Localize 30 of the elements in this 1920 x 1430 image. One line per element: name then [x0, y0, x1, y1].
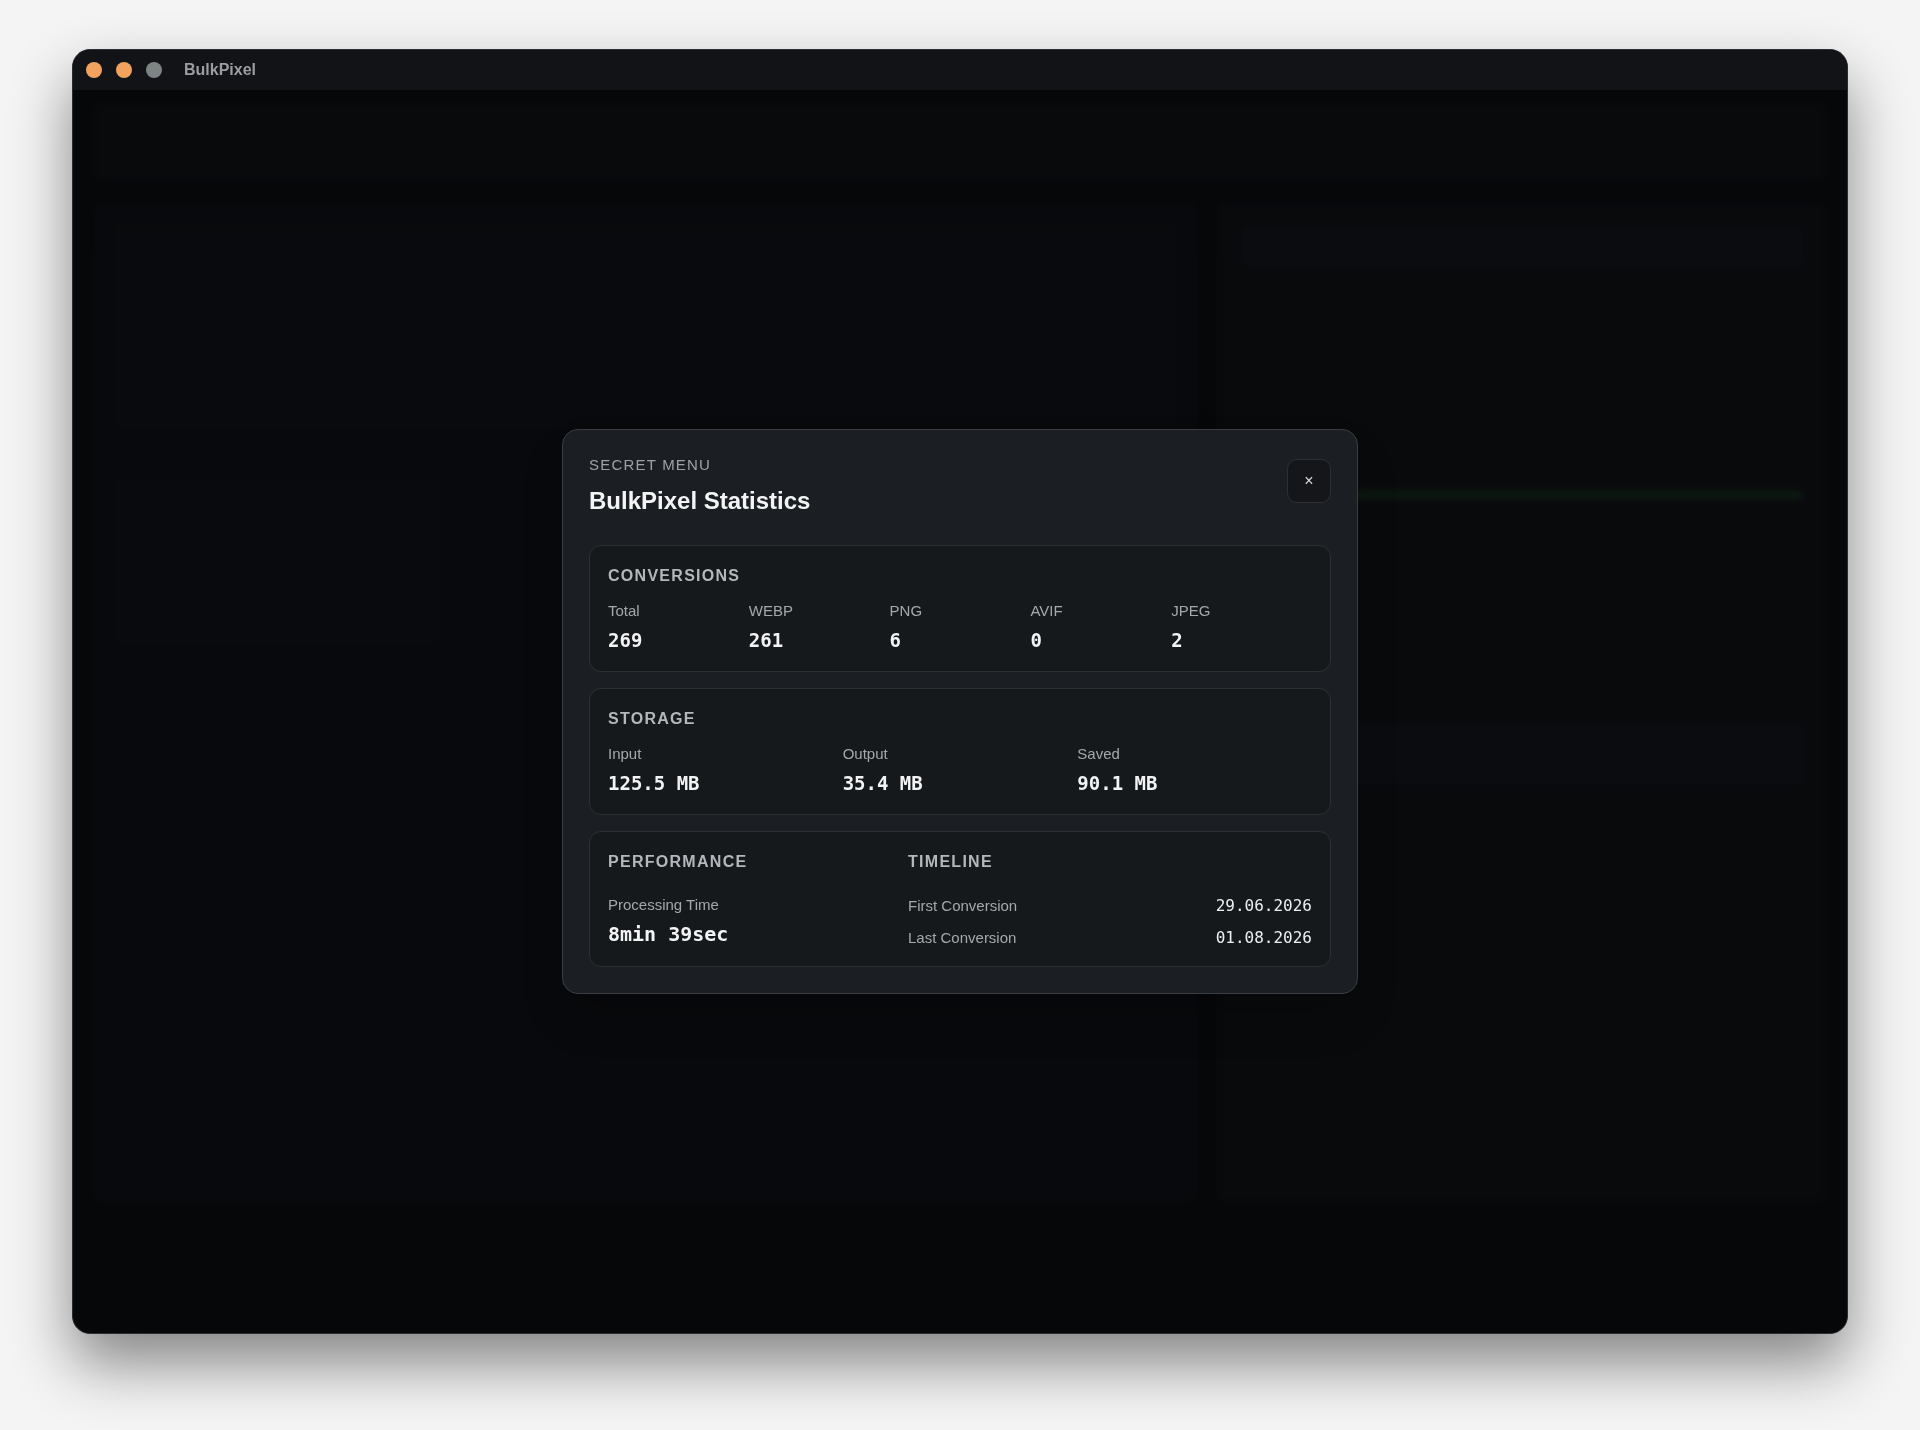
timeline-date: 01.08.2026 — [1215, 926, 1312, 949]
stat-value: 2 — [1171, 628, 1184, 654]
timeline-label: Last Conversion — [908, 927, 1017, 948]
stat-value: 8min 39sec — [608, 921, 730, 949]
timeline-label: First Conversion — [908, 895, 1018, 916]
stat-value: 269 — [608, 628, 644, 654]
section-heading: CONVERSIONS — [608, 565, 742, 586]
stat-value: 35.4 MB — [842, 771, 924, 797]
section-heading: PERFORMANCE — [608, 851, 749, 872]
close-button[interactable]: × — [1287, 459, 1331, 504]
stat-value: 6 — [889, 628, 903, 654]
stat-value: 0 — [1030, 628, 1043, 654]
stat-value: 90.1 MB — [1077, 771, 1159, 797]
section-heading: STORAGE — [608, 708, 697, 729]
stat-label: Output — [842, 743, 889, 764]
dialog-eyebrow: SECRET MENU — [589, 455, 713, 476]
stat-value: 125.5 MB — [608, 771, 701, 797]
stat-label: Total — [608, 600, 641, 621]
dialog-title: BulkPixel Statistics — [589, 485, 811, 516]
section-heading: TIMELINE — [908, 851, 994, 872]
stat-label: PNG — [889, 600, 924, 621]
stat-label: WEBP — [748, 600, 794, 621]
timeline-date: 29.06.2026 — [1215, 894, 1312, 917]
stat-value: 261 — [748, 628, 785, 654]
stat-label: JPEG — [1171, 600, 1212, 621]
window-title: BulkPixel — [184, 60, 257, 80]
stat-label: AVIF — [1030, 600, 1064, 621]
stat-label: Saved — [1077, 743, 1121, 764]
stat-label: Input — [608, 743, 643, 764]
stat-label: Processing Time — [608, 894, 720, 915]
